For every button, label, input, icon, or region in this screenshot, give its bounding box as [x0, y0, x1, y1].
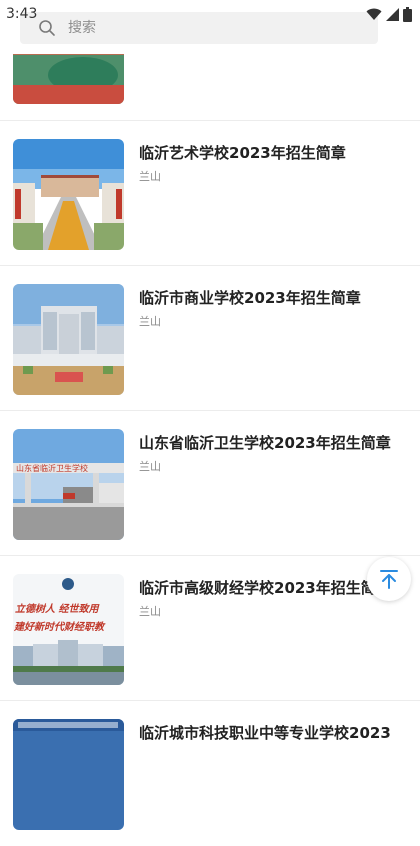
list-item[interactable]: 临沂城市科技职业中等专业学校2023 [0, 700, 420, 846]
list-item[interactable]: 临沂市商业学校2023年招生简章 兰山 [0, 265, 420, 411]
battery-icon [403, 7, 412, 22]
school-sign-text: 山东省临沂卫生学校 [16, 463, 88, 473]
article-source: 兰山 [139, 170, 161, 183]
article-source: 兰山 [139, 460, 161, 473]
article-thumbnail [13, 139, 124, 250]
list-item[interactable]: 立德树人 经世致用 建好新时代财经职教 临沂市高级财经学校2023年招生简章 兰… [0, 555, 420, 701]
wifi-icon [366, 8, 382, 20]
arrow-up-to-top-icon [380, 570, 398, 589]
article-title[interactable]: 临沂城市科技职业中等专业学校2023 [139, 722, 409, 743]
signal-icon [386, 8, 399, 21]
article-thumbnail [13, 719, 124, 830]
article-title[interactable]: 临沂艺术学校2023年招生简章 [139, 142, 409, 163]
system-icons [366, 7, 412, 22]
article-thumbnail: 山东省临沂卫生学校 [13, 429, 124, 540]
status-bar: 3:43 [0, 0, 420, 30]
article-source: 兰山 [139, 315, 161, 328]
list-item[interactable]: 临沂艺术学校2023年招生简章 兰山 [0, 120, 420, 266]
slogan-line-2: 建好新时代财经职教 [13, 621, 106, 633]
back-to-top-button[interactable] [367, 557, 411, 601]
article-title[interactable]: 山东省临沂卫生学校2023年招生简章 [139, 432, 409, 453]
article-thumbnail: 立德树人 经世致用 建好新时代财经职教 [13, 574, 124, 685]
article-thumbnail [13, 284, 124, 395]
article-source: 兰山 [139, 605, 161, 618]
list-item[interactable]: 山东省临沂卫生学校 山东省临沂卫生学校2023年招生简章 兰山 [0, 410, 420, 556]
status-time: 3:43 [6, 6, 38, 22]
slogan-line-1: 立德树人 经世致用 [15, 603, 100, 615]
article-title[interactable]: 临沂市商业学校2023年招生简章 [139, 287, 409, 308]
